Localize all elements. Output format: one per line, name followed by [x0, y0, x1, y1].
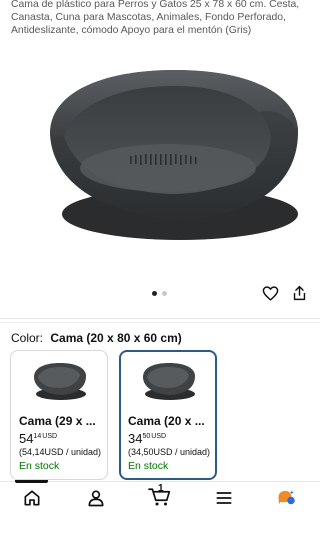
- price-currency: USD: [151, 433, 167, 440]
- variation-selector-header: Color: Cama (20 x 80 x 60 cm): [11, 331, 182, 345]
- account-icon[interactable]: [86, 488, 106, 508]
- price-currency: USD: [42, 433, 58, 440]
- home-bar-area: [0, 520, 320, 538]
- product-title: Cama de plástico para Perros y Gatos 25 …: [11, 0, 300, 36]
- bottom-nav-divider: [0, 481, 320, 482]
- variation-option-name: Cama (29 x ...: [19, 414, 96, 428]
- cart-count-badge: 1: [158, 483, 164, 494]
- variation-option-price: 3450USD: [128, 430, 166, 448]
- stock-status: En stock: [19, 460, 60, 472]
- variation-option-card-selected[interactable]: Cama (20 x ... 3450USD (34,50USD / unida…: [119, 350, 217, 480]
- share-icon[interactable]: [291, 284, 308, 302]
- section-divider-shadow: [0, 322, 320, 323]
- price-fraction: 14: [33, 433, 42, 440]
- unit-price: (34,50USD / unidad): [128, 447, 211, 457]
- variation-option-card[interactable]: Cama (29 x ... 5414USD (54,14USD / unida…: [10, 350, 108, 480]
- price-whole: 34: [128, 431, 143, 446]
- product-image[interactable]: [40, 64, 302, 242]
- rufus-icon[interactable]: [276, 488, 296, 508]
- menu-icon[interactable]: [214, 488, 234, 508]
- image-carousel-dots[interactable]: [152, 291, 167, 296]
- stock-status: En stock: [128, 460, 169, 472]
- carousel-dot-1[interactable]: [152, 291, 157, 296]
- section-divider: [0, 318, 320, 319]
- variation-label: Color:: [11, 331, 44, 345]
- price-fraction: 50: [142, 433, 151, 440]
- price-whole: 54: [19, 431, 34, 446]
- heart-icon[interactable]: [262, 285, 279, 302]
- home-icon[interactable]: [22, 488, 42, 508]
- variation-thumbnail: [143, 363, 195, 400]
- variation-thumbnail: [34, 363, 86, 400]
- carousel-dot-2[interactable]: [162, 291, 167, 296]
- variation-option-name: Cama (20 x ...: [128, 414, 205, 428]
- variation-option-price: 5414USD: [19, 430, 57, 448]
- unit-price: (54,14USD / unidad): [19, 447, 102, 457]
- variation-selected-value: Cama (20 x 80 x 60 cm): [50, 331, 182, 345]
